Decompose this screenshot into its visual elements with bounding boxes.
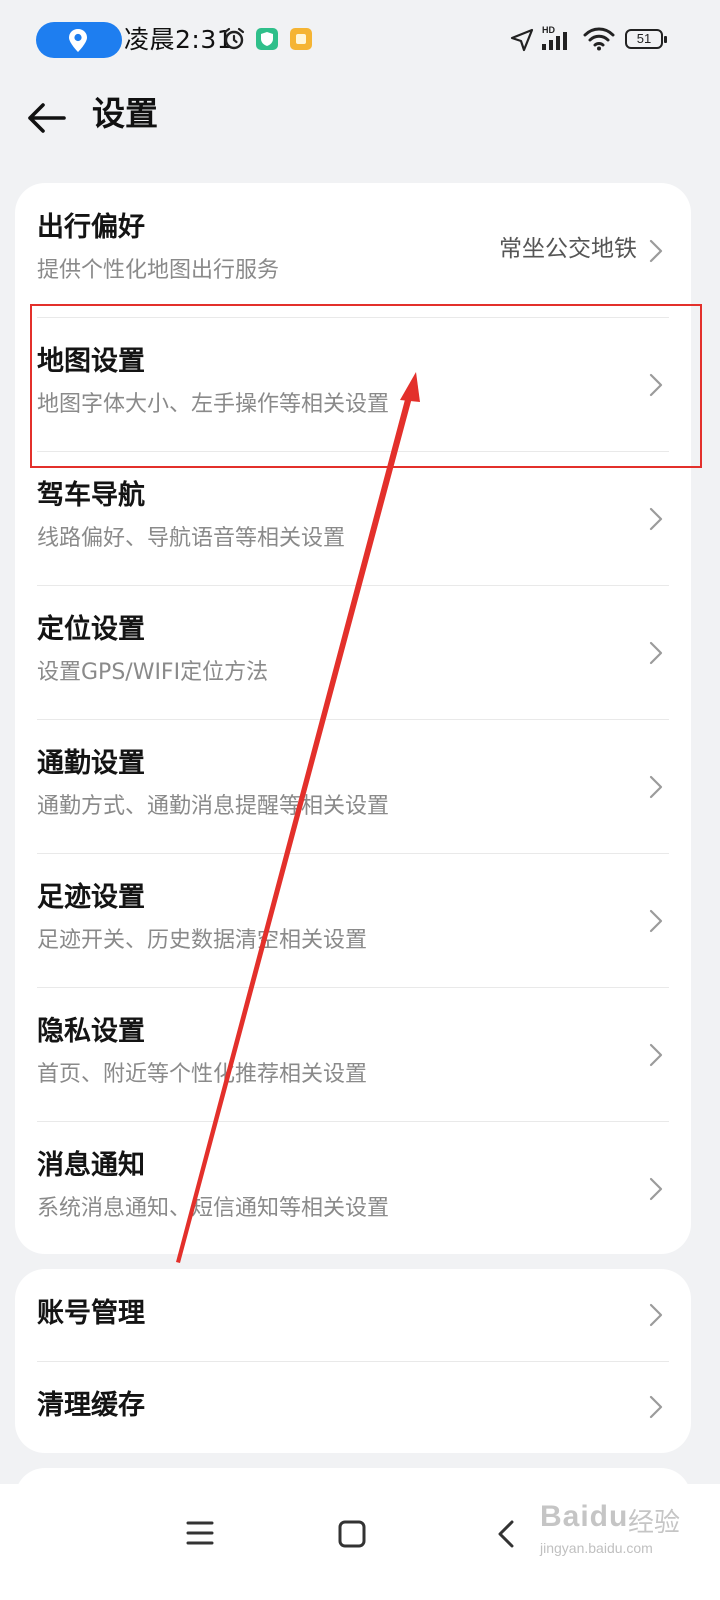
settings-item-privacy-settings[interactable]: 隐私设置 首页、附近等个性化推荐相关设置 xyxy=(15,987,691,1121)
battery-icon: 51 xyxy=(625,29,667,49)
settings-item-subtitle: 线路偏好、导航语音等相关设置 xyxy=(37,526,346,551)
settings-item-value: 常坐公交地铁 xyxy=(499,236,637,262)
settings-card-main: 出行偏好 提供个性化地图出行服务 常坐公交地铁 地图设置 地图字体大小、左手操作… xyxy=(15,183,691,1254)
settings-item-title: 出行偏好 xyxy=(37,212,145,243)
nav-home-button[interactable] xyxy=(322,1504,382,1564)
back-icon xyxy=(498,1520,514,1548)
chevron-right-icon xyxy=(649,909,663,933)
system-nav-bar xyxy=(0,1484,720,1600)
chevron-right-icon xyxy=(649,1395,663,1419)
settings-item-subtitle: 首页、附近等个性化推荐相关设置 xyxy=(37,1062,368,1087)
settings-item-title: 地图设置 xyxy=(37,346,145,377)
navigation-icon xyxy=(510,28,534,52)
settings-item-subtitle: 通勤方式、通勤消息提醒等相关设置 xyxy=(37,794,390,819)
settings-item-subtitle: 足迹开关、历史数据清空相关设置 xyxy=(37,928,368,953)
page-title: 设置 xyxy=(92,94,158,133)
settings-item-title: 消息通知 xyxy=(37,1150,145,1181)
settings-item-subtitle: 设置GPS/WIFI定位方法 xyxy=(37,660,269,685)
menu-icon xyxy=(186,1521,214,1545)
home-icon xyxy=(338,1520,366,1548)
chevron-right-icon xyxy=(649,1303,663,1327)
settings-item-title: 账号管理 xyxy=(37,1298,145,1329)
settings-item-footprint-settings[interactable]: 足迹设置 足迹开关、历史数据清空相关设置 xyxy=(15,853,691,987)
chevron-right-icon xyxy=(649,1177,663,1201)
settings-item-notifications[interactable]: 消息通知 系统消息通知、短信通知等相关设置 xyxy=(15,1121,691,1254)
back-button[interactable] xyxy=(18,90,74,146)
settings-item-account-management[interactable]: 账号管理 xyxy=(15,1269,691,1361)
signal-icon xyxy=(542,32,567,50)
chevron-right-icon xyxy=(649,1043,663,1067)
settings-item-clear-cache[interactable]: 清理缓存 xyxy=(15,1361,691,1453)
settings-item-title: 定位设置 xyxy=(37,614,145,645)
yellow-app-icon xyxy=(290,28,312,50)
status-bar: 凌晨2:31 HD 51 xyxy=(0,0,720,80)
nav-back-button[interactable] xyxy=(476,1504,536,1564)
alarm-icon xyxy=(223,27,245,50)
wifi-icon xyxy=(583,27,615,51)
nav-menu-button[interactable] xyxy=(170,1504,230,1564)
chevron-right-icon xyxy=(649,507,663,531)
settings-item-map-settings[interactable]: 地图设置 地图字体大小、左手操作等相关设置 xyxy=(15,317,691,451)
settings-item-subtitle: 地图字体大小、左手操作等相关设置 xyxy=(37,392,390,417)
settings-item-title: 驾车导航 xyxy=(37,480,145,511)
settings-item-location-settings[interactable]: 定位设置 设置GPS/WIFI定位方法 xyxy=(15,585,691,719)
settings-item-travel-preference[interactable]: 出行偏好 提供个性化地图出行服务 常坐公交地铁 xyxy=(15,183,691,317)
status-time: 凌晨2:31 xyxy=(124,25,234,54)
settings-item-subtitle: 系统消息通知、短信通知等相关设置 xyxy=(37,1196,390,1221)
settings-item-driving-navigation[interactable]: 驾车导航 线路偏好、导航语音等相关设置 xyxy=(15,451,691,585)
settings-item-title: 通勤设置 xyxy=(37,748,145,779)
settings-card-account: 账号管理 清理缓存 xyxy=(15,1269,691,1453)
location-pin-icon xyxy=(69,29,87,52)
app-header: 设置 xyxy=(0,80,720,160)
chevron-right-icon xyxy=(649,239,663,263)
chevron-right-icon xyxy=(649,641,663,665)
location-pill[interactable] xyxy=(36,22,122,58)
settings-item-title: 清理缓存 xyxy=(37,1390,145,1421)
arrow-left-icon xyxy=(28,103,66,133)
settings-item-commute-settings[interactable]: 通勤设置 通勤方式、通勤消息提醒等相关设置 xyxy=(15,719,691,853)
settings-item-title: 足迹设置 xyxy=(37,882,145,913)
settings-item-subtitle: 提供个性化地图出行服务 xyxy=(37,258,280,283)
chevron-right-icon xyxy=(649,775,663,799)
settings-item-title: 隐私设置 xyxy=(37,1016,145,1047)
shield-app-icon xyxy=(256,28,278,50)
chevron-right-icon xyxy=(649,373,663,397)
